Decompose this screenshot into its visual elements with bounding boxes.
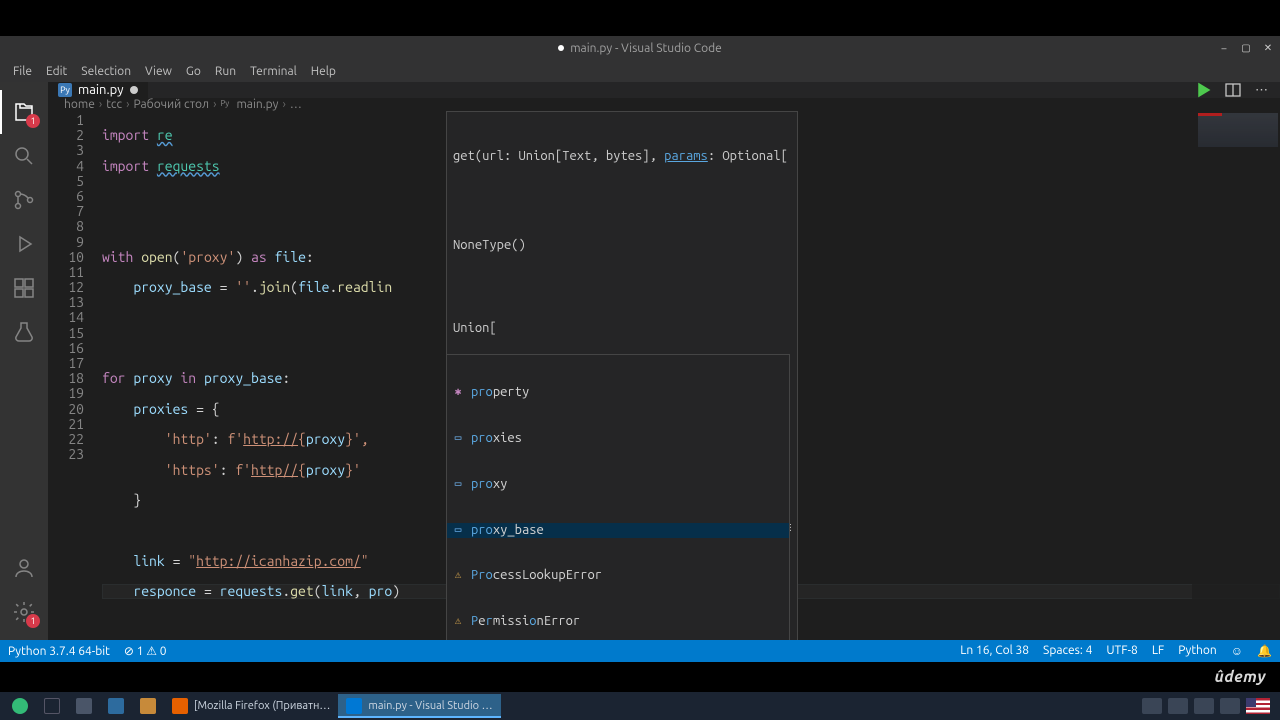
menu-terminal[interactable]: Terminal <box>243 65 304 78</box>
tray-icon[interactable] <box>1194 698 1214 714</box>
code-content[interactable]: import re import requests with open('pro… <box>102 111 1280 640</box>
split-editor-button[interactable] <box>1225 82 1241 98</box>
activity-bar: 1 1 <box>0 82 48 640</box>
taskbar-firefox[interactable]: [Mozilla Firefox (Приватн… <box>164 694 338 718</box>
os-taskbar: [Mozilla Firefox (Приватн… main.py - Vis… <box>0 692 1280 720</box>
status-feedback-icon[interactable]: ☺ <box>1231 644 1243 658</box>
editor-tabs: Py main.py ⋯ <box>48 82 1280 98</box>
status-eol[interactable]: LF <box>1152 644 1164 658</box>
python-file-icon: Py <box>58 83 72 97</box>
status-python-interpreter[interactable]: Python 3.7.4 64-bit <box>8 645 110 658</box>
breadcrumbs[interactable]: home› tcc› Рабочий стол› Py main.py› … <box>48 98 1280 111</box>
tab-dirty-icon <box>130 86 138 94</box>
autocomplete-item[interactable]: ⚠ProcessLookupError <box>447 568 789 583</box>
activity-search-icon[interactable] <box>0 134 48 178</box>
minimap[interactable] <box>1192 111 1280 640</box>
tray-icon[interactable] <box>1168 698 1188 714</box>
code-editor[interactable]: 123 456 789 101112 131415 161718 192021 … <box>48 111 1280 640</box>
menu-selection[interactable]: Selection <box>74 65 138 78</box>
menu-help[interactable]: Help <box>304 65 343 78</box>
tab-main-py[interactable]: Py main.py <box>48 82 149 98</box>
tray-icon[interactable] <box>1220 698 1240 714</box>
status-problems[interactable]: ⊘ 1 ⚠ 0 <box>124 644 167 658</box>
breadcrumb-item[interactable]: … <box>290 98 302 111</box>
menu-view[interactable]: View <box>138 65 179 78</box>
activity-scm-icon[interactable] <box>0 178 48 222</box>
more-actions-button[interactable]: ⋯ <box>1255 83 1268 98</box>
window-minimize-button[interactable]: – <box>1218 42 1230 54</box>
window-title: main.py - Visual Studio Code <box>570 42 722 55</box>
status-encoding[interactable]: UTF-8 <box>1106 644 1137 658</box>
autocomplete-item[interactable]: ▭proxy_base <box>447 523 789 538</box>
menu-run[interactable]: Run <box>208 65 243 78</box>
explorer-badge: 1 <box>26 114 40 128</box>
status-language[interactable]: Python <box>1178 644 1217 658</box>
autocomplete-item[interactable]: ▭proxy <box>447 477 789 492</box>
activity-explorer-icon[interactable]: 1 <box>0 90 48 134</box>
taskbar-app-menu[interactable] <box>4 694 36 718</box>
settings-badge: 1 <box>26 614 40 628</box>
status-notifications-icon[interactable]: 🔔 <box>1257 644 1272 658</box>
tab-filename: main.py <box>78 83 124 97</box>
menu-edit[interactable]: Edit <box>39 65 74 78</box>
breadcrumb-item[interactable]: main.py <box>236 98 278 111</box>
autocomplete-item[interactable]: ⚠PermissionError <box>447 614 789 629</box>
status-indentation[interactable]: Spaces: 4 <box>1043 644 1092 658</box>
activity-extensions-icon[interactable] <box>0 266 48 310</box>
python-file-icon: Py <box>220 99 232 111</box>
breadcrumb-item[interactable]: home <box>64 98 95 111</box>
tray-language-flag-icon[interactable] <box>1246 698 1270 714</box>
tray-icon[interactable] <box>1142 698 1162 714</box>
breadcrumb-item[interactable]: Рабочий стол <box>133 98 209 111</box>
window-maximize-button[interactable]: ▢ <box>1240 42 1252 54</box>
titlebar: main.py - Visual Studio Code – ▢ ✕ <box>0 36 1280 60</box>
udemy-watermark: ûdemy <box>1215 668 1266 686</box>
taskbar-files[interactable] <box>100 694 132 718</box>
breadcrumb-item[interactable]: tcc <box>106 98 122 111</box>
taskbar-terminal[interactable] <box>68 694 100 718</box>
line-gutter: 123 456 789 101112 131415 161718 192021 … <box>48 111 102 640</box>
activity-account-icon[interactable] <box>0 546 48 590</box>
autocomplete-popup[interactable]: ✱property ▭proxies ▭proxy ▭proxy_base ⚠P… <box>446 354 790 640</box>
run-button[interactable] <box>1195 82 1211 98</box>
status-bar: Python 3.7.4 64-bit ⊘ 1 ⚠ 0 Ln 16, Col 3… <box>0 640 1280 662</box>
autocomplete-item[interactable]: ▭proxies <box>447 431 789 446</box>
menu-file[interactable]: File <box>6 65 39 78</box>
taskbar-vscode[interactable]: main.py - Visual Studio … <box>338 694 500 718</box>
menubar[interactable]: File Edit Selection View Go Run Terminal… <box>0 60 1280 82</box>
autocomplete-item[interactable]: ✱property <box>447 385 789 400</box>
menu-go[interactable]: Go <box>179 65 208 78</box>
modified-dot-icon <box>558 45 564 51</box>
status-cursor-position[interactable]: Ln 16, Col 38 <box>960 644 1029 658</box>
taskbar-folder[interactable] <box>132 694 164 718</box>
activity-test-icon[interactable] <box>0 310 48 354</box>
activity-debug-icon[interactable] <box>0 222 48 266</box>
taskbar-show-desktop[interactable] <box>36 694 68 718</box>
activity-settings-icon[interactable]: 1 <box>0 590 48 634</box>
window-close-button[interactable]: ✕ <box>1262 42 1274 54</box>
